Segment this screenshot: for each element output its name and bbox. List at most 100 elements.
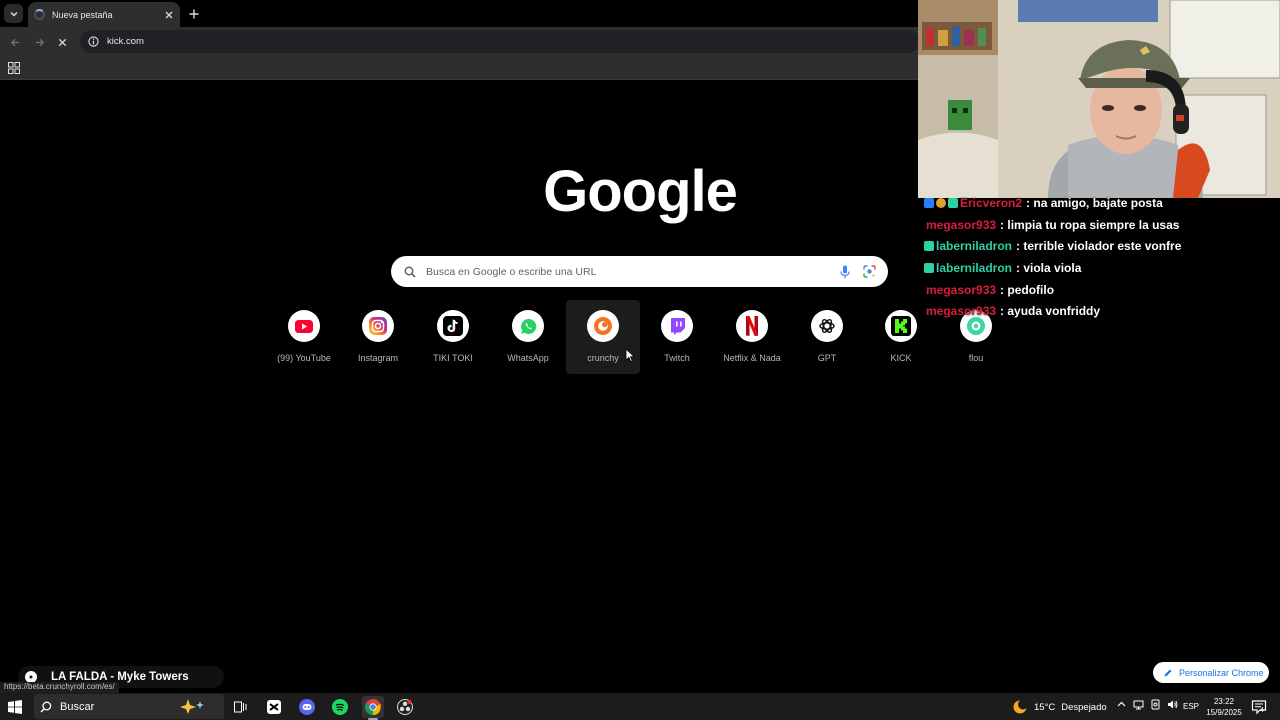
shortcut-label: flou: [968, 353, 984, 363]
shortcut-twitch[interactable]: Twitch: [640, 300, 714, 374]
weather-condition: Despejado: [1061, 701, 1107, 713]
chat-username[interactable]: megasor933: [926, 283, 996, 297]
chat-username[interactable]: megasor933: [926, 304, 996, 318]
tab-search-button[interactable]: [4, 4, 23, 23]
whatsapp-icon: [520, 318, 536, 334]
chat-message: laberniladron : terrible violador este v…: [924, 237, 1181, 255]
weather-widget[interactable]: 15°C Despejado: [1012, 696, 1107, 718]
spotify-icon: [332, 699, 348, 715]
notification-icon[interactable]: [1251, 699, 1267, 715]
taskbar-search-label: Buscar: [60, 700, 95, 713]
windows-start-icon[interactable]: [8, 700, 22, 714]
taskbar-app-spotify[interactable]: [329, 696, 351, 718]
taskbar-clock[interactable]: 23:22 15/9/2025: [1200, 696, 1248, 718]
shortcut-tile: [661, 310, 693, 342]
chat-text: : limpia tu ropa siempre la usas: [1000, 218, 1180, 232]
shortcut-gpt[interactable]: GPT: [790, 300, 864, 374]
info-icon[interactable]: [88, 36, 99, 47]
chevron-up-icon[interactable]: [1116, 699, 1127, 710]
shortcut-crunchyroll[interactable]: crunchy: [566, 300, 640, 374]
tab-new-tab[interactable]: Nueva pestaña: [28, 2, 180, 27]
chat-username[interactable]: Ericveron2: [960, 196, 1022, 210]
stop-loading-button[interactable]: [54, 34, 70, 50]
shortcut-tile: [736, 310, 768, 342]
chat-username[interactable]: laberniladron: [936, 261, 1012, 275]
arrow-left-icon: [10, 38, 19, 46]
tiktok-icon: [443, 316, 463, 336]
taskbar-search[interactable]: Buscar: [34, 694, 224, 719]
chat-username[interactable]: laberniladron: [936, 239, 1012, 253]
badge-icon: [948, 198, 958, 208]
microphone-icon[interactable]: [840, 265, 850, 279]
chat-text: : ayuda vonfriddy: [1000, 304, 1101, 318]
netflix-icon: [746, 316, 758, 336]
customize-chrome-button[interactable]: Personalizar Chrome: [1153, 662, 1269, 683]
weather-moon-icon: [1013, 699, 1028, 714]
network-icon[interactable]: [1133, 699, 1144, 710]
taskbar-app-obs[interactable]: [394, 696, 416, 718]
search-icon: [40, 701, 52, 712]
taskbar-app-capcut[interactable]: [263, 696, 285, 718]
shortcut-tiktok[interactable]: TIKI TOKI: [416, 300, 490, 374]
monitor-icon[interactable]: [1150, 699, 1161, 710]
task-view-icon: [233, 701, 246, 713]
shortcut-youtube[interactable]: (99) YouTube: [267, 300, 341, 374]
clock-date: 15/9/2025: [1206, 708, 1242, 717]
close-icon: [165, 11, 173, 18]
status-bar-url: https://beta.crunchyroll.com/es/: [0, 682, 119, 693]
shortcut-tile: [885, 310, 917, 342]
close-icon: [58, 38, 66, 46]
badge-icon: [936, 198, 946, 208]
chat-username[interactable]: megasor933: [926, 218, 996, 232]
clock-time: 23:22: [1213, 697, 1235, 706]
forward-button[interactable]: [31, 34, 47, 50]
obs-icon: [397, 699, 413, 715]
shortcut-tile: [288, 310, 320, 342]
search-icon: [404, 266, 416, 278]
notification-count: 4: [1260, 707, 1264, 714]
taskbar-app-discord[interactable]: [296, 696, 318, 718]
shortcut-label: Instagram: [357, 353, 399, 363]
task-view-button[interactable]: [229, 696, 251, 718]
search-input[interactable]: [426, 265, 826, 278]
chat-text: : na amigo, bajate posta: [1026, 196, 1163, 210]
chat-message: laberniladron : viola viola: [924, 259, 1081, 277]
shortcut-label: Netflix & Nada: [723, 353, 781, 363]
chat-message: megasor933 : limpia tu ropa siempre la u…: [924, 216, 1179, 234]
shortcut-tile: [437, 310, 469, 342]
loading-spinner-icon: [34, 9, 45, 20]
shortcut-tile: [362, 310, 394, 342]
tab-close-button[interactable]: [162, 8, 176, 22]
search-highlight-icon: [180, 699, 204, 714]
chat-message: megasor933 : pedofilo: [924, 281, 1054, 299]
badge-icon: [924, 263, 934, 273]
back-button[interactable]: [7, 34, 23, 50]
apps-grid-icon[interactable]: [8, 62, 20, 74]
shortcut-label: KICK: [890, 353, 912, 363]
shortcut-tile: [512, 310, 544, 342]
weather-temperature: 15°C: [1034, 701, 1056, 713]
shortcut-label: Twitch: [664, 353, 690, 363]
volume-icon[interactable]: [1167, 699, 1178, 710]
plus-icon: [189, 9, 199, 19]
chat-message: Ericveron2 : na amigo, bajate posta: [924, 194, 1163, 212]
taskbar-app-chrome[interactable]: [362, 696, 384, 720]
language-indicator[interactable]: ESP: [1183, 702, 1199, 711]
system-tray: [1116, 699, 1178, 710]
google-search-box[interactable]: [391, 256, 888, 287]
shortcut-whatsapp[interactable]: WhatsApp: [491, 300, 565, 374]
twitch-icon: [670, 318, 685, 335]
google-lens-icon[interactable]: [863, 265, 876, 278]
shortcut-netflix[interactable]: Netflix & Nada: [715, 300, 789, 374]
address-bar-url: kick.com: [107, 36, 144, 47]
shortcut-instagram[interactable]: Instagram: [341, 300, 415, 374]
windows-taskbar: Buscar 15°C Despejado ESP 23:22 15/9/202…: [0, 693, 1280, 720]
arrow-right-icon: [35, 38, 44, 46]
address-bar[interactable]: kick.com: [80, 30, 920, 53]
youtube-icon: [295, 319, 313, 333]
tab-title: Nueva pestaña: [52, 9, 113, 20]
webcam-overlay: [918, 0, 1280, 198]
new-tab-button[interactable]: [186, 6, 202, 22]
customize-chrome-label: Personalizar Chrome: [1179, 667, 1264, 678]
chat-text: : terrible violador este vonfre: [1016, 239, 1182, 253]
